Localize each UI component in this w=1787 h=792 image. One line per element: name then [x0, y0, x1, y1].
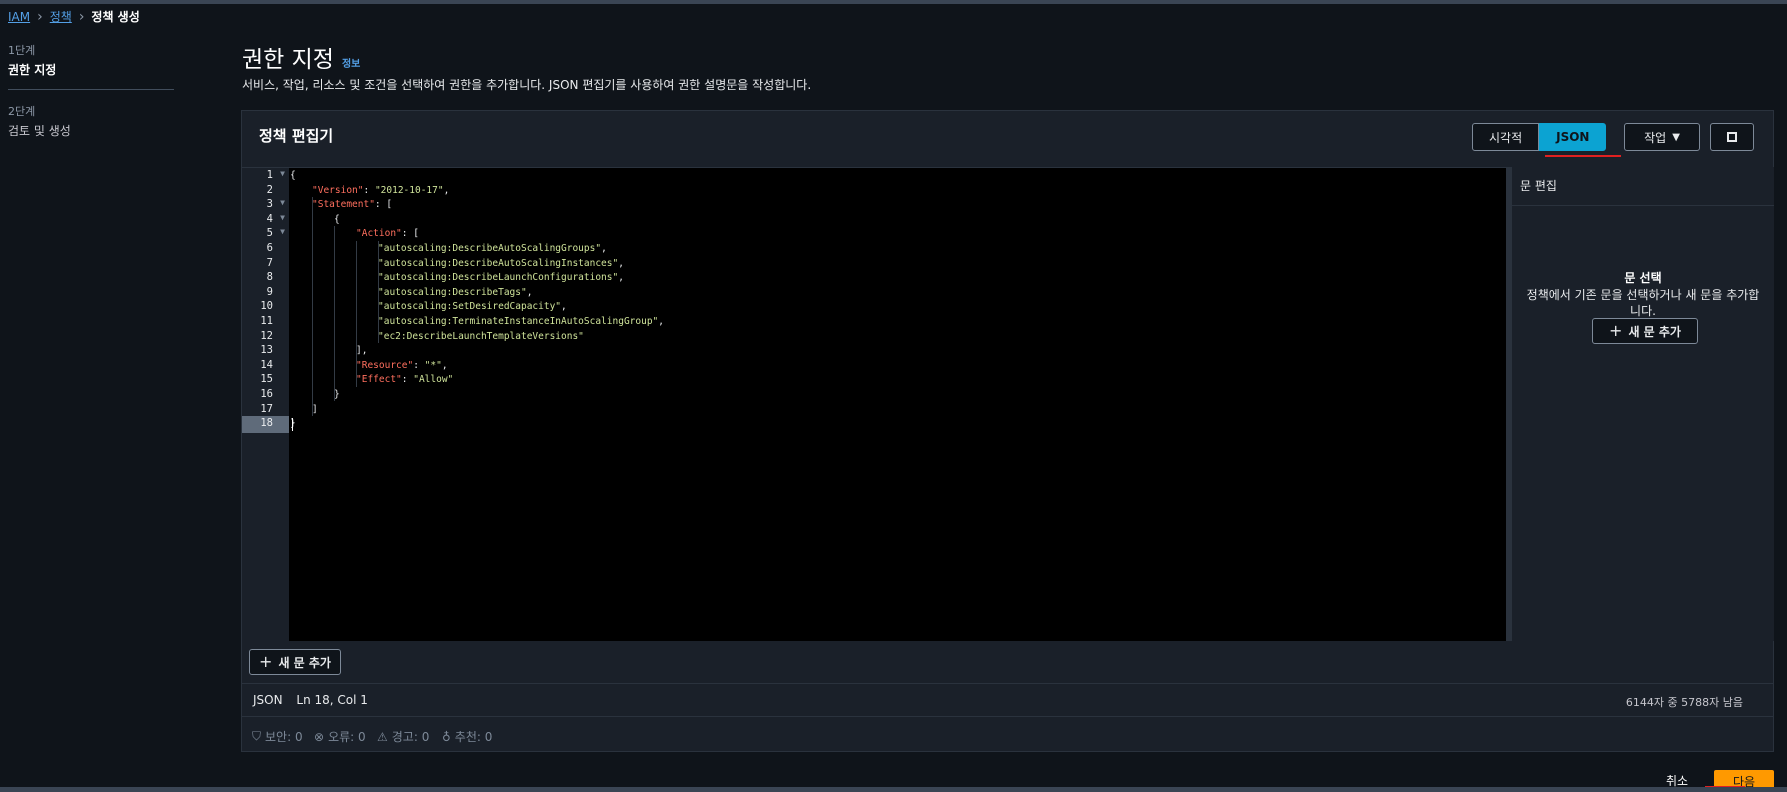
code-line: }: [334, 389, 340, 400]
text-cursor: [292, 418, 293, 431]
page-title: 권한 지정: [242, 47, 334, 73]
fullscreen-icon: [1727, 132, 1737, 142]
select-statement-description: 정책에서 기존 문을 선택하거나 새 문을 추가합니다.: [1526, 288, 1760, 318]
breadcrumb: IAM › 정책 › 정책 생성: [8, 8, 140, 25]
step-number: 1단계: [8, 44, 36, 57]
warning-icon: ⚠: [377, 729, 388, 744]
json-mode-button[interactable]: JSON: [1539, 123, 1607, 151]
info-link[interactable]: 정보: [342, 55, 360, 70]
editor-status-bar: JSON Ln 18, Col 1 6144자 중 5788자 남음: [242, 683, 1773, 717]
fold-arrow-icon[interactable]: ▼: [280, 227, 285, 236]
step-number: 2단계: [8, 105, 36, 118]
code-content[interactable]: { "Version": "2012-10-17", "Statement": …: [290, 168, 1500, 641]
shield-icon: ⛉: [252, 729, 262, 743]
indent-guide: [334, 226, 335, 401]
editor-mode-indicator: JSON: [253, 693, 283, 707]
line-number-gutter: 1 ▼ 2 3 ▼ 4 ▼ 5 ▼ 6 7 8 9 10 11 12 13 14 15 …: [242, 168, 289, 641]
caret-down-icon: ▼: [1672, 131, 1680, 143]
policy-editor-panel: 정책 편집기 시각적 JSON 작업 ▼ 1 ▼ 2 3 ▼ 4 ▼ 5 ▼ 6 7 8…: [241, 110, 1774, 752]
side-divider: [1512, 205, 1774, 206]
statement-edit-title: 문 편집: [1520, 179, 1557, 193]
warning-count[interactable]: ⚠ 경고: 0: [377, 728, 429, 745]
step-2: 2단계 검토 및 생성: [8, 103, 174, 139]
add-statement-label: 새 문 추가: [278, 655, 331, 670]
page-description: 서비스, 작업, 리소스 및 조건을 선택하여 권한을 추가합니다. JSON …: [242, 78, 812, 92]
security-label: 보안: 0: [265, 730, 303, 744]
code-line: ]: [312, 403, 318, 415]
code-line: "Statement": [: [312, 199, 393, 211]
actions-dropdown-button[interactable]: 작업 ▼: [1624, 123, 1700, 151]
fold-arrow-icon[interactable]: ▼: [280, 169, 285, 178]
step-title-review-create: 검토 및 생성: [8, 124, 71, 138]
visual-mode-button[interactable]: 시각적: [1472, 123, 1540, 151]
breadcrumb-current: 정책 생성: [91, 10, 140, 24]
plus-icon: +: [259, 652, 273, 671]
json-highlight-underline: [1545, 155, 1621, 157]
step-1: 1단계 권한 지정: [8, 42, 174, 78]
bottom-border: [0, 787, 1787, 792]
add-statement-button[interactable]: + 새 문 추가: [249, 649, 341, 675]
actions-label: 작업: [1644, 130, 1667, 145]
error-count[interactable]: ⊗ 오류: 0: [314, 728, 366, 745]
error-label: 오류: 0: [328, 730, 366, 744]
wizard-steps: 1단계 권한 지정 2단계 검토 및 생성: [8, 42, 174, 139]
fold-arrow-icon[interactable]: ▼: [280, 213, 285, 222]
active-line-number: 18: [242, 416, 289, 433]
suggestion-label: 추천: 0: [454, 730, 493, 744]
breadcrumb-iam-link[interactable]: IAM: [8, 10, 30, 24]
side-add-statement-button[interactable]: + 새 문 추가: [1592, 318, 1698, 344]
step-title-specify-permissions: 권한 지정: [8, 63, 57, 77]
suggestion-icon: ♁: [442, 729, 451, 744]
fold-arrow-icon[interactable]: ▼: [280, 198, 285, 207]
suggestion-count[interactable]: ♁ 추천: 0: [442, 728, 492, 745]
editor-mode-toggle: 시각적 JSON: [1472, 123, 1607, 151]
security-count[interactable]: ⛉ 보안: 0: [252, 728, 303, 745]
status-left: JSON Ln 18, Col 1: [253, 693, 368, 707]
plus-icon: +: [1609, 321, 1623, 340]
step-divider: [8, 89, 174, 90]
error-icon: ⊗: [314, 729, 325, 744]
policy-editor-title: 정책 편집기: [259, 127, 334, 145]
chevron-right-icon: ›: [78, 8, 85, 25]
code-line: "Effect": "Allow": [356, 374, 454, 386]
statement-edit-panel: 문 편집 문 선택 정책에서 기존 문을 선택하거나 새 문을 추가합니다. +…: [1512, 167, 1774, 641]
select-statement-heading: 문 선택: [1624, 271, 1662, 285]
json-code-editor[interactable]: 1 ▼ 2 3 ▼ 4 ▼ 5 ▼ 6 7 8 9 10 11 12 13 14 15 …: [242, 167, 1506, 641]
side-add-statement-label: 새 문 추가: [1628, 324, 1681, 339]
fullscreen-button[interactable]: [1710, 123, 1754, 151]
indent-guide: [312, 197, 313, 416]
chevron-right-icon: ›: [37, 8, 43, 25]
cursor-position: Ln 18, Col 1: [296, 693, 368, 707]
code-line: "ec2:DescribeLaunchTemplateVersions": [378, 330, 584, 342]
character-count: 6144자 중 5788자 남음: [1625, 696, 1743, 709]
code-line: {: [290, 170, 296, 181]
top-border: [0, 0, 1787, 4]
policy-editor-header: 정책 편집기 시각적 JSON 작업 ▼: [242, 111, 1773, 167]
warning-label: 경고: 0: [391, 730, 430, 744]
page-header: 권한 지정 정보: [242, 40, 360, 74]
code-line: {: [334, 213, 340, 225]
breadcrumb-policies-link[interactable]: 정책: [50, 8, 72, 25]
validation-bar: ⛉ 보안: 0 ⊗ 오류: 0 ⚠ 경고: 0 ♁ 추천: 0: [242, 717, 1773, 751]
